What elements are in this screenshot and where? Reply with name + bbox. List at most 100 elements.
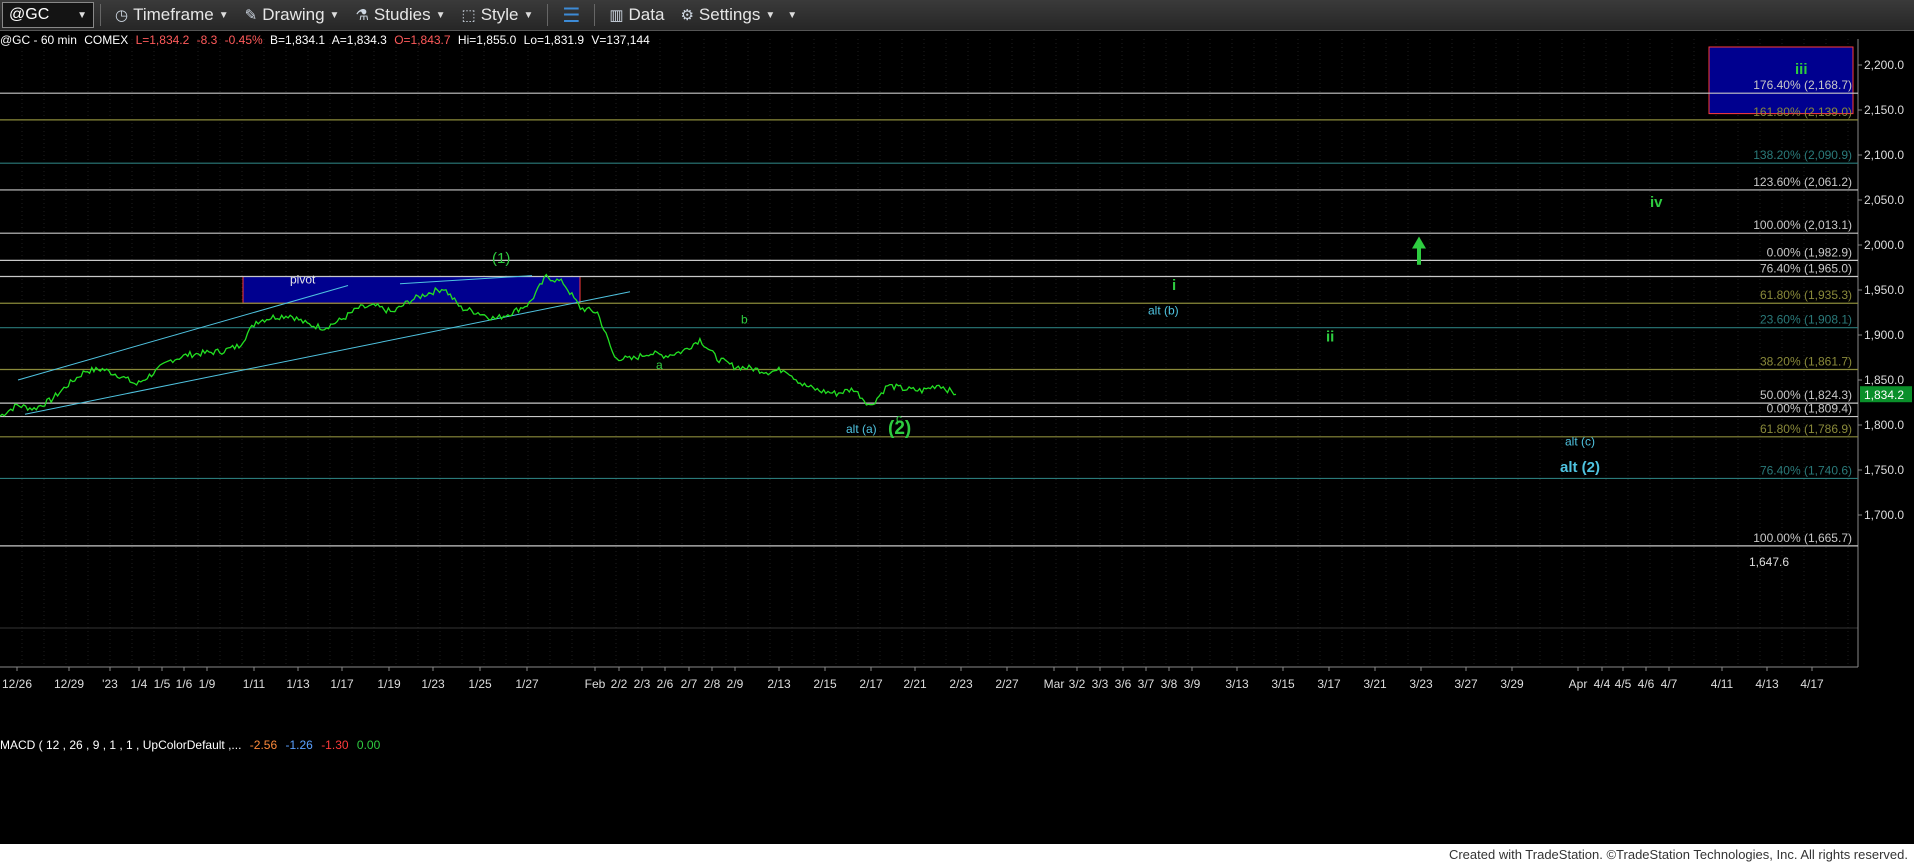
settings-menu[interactable]: ⚙ Settings ▼ [672, 5, 783, 25]
x-tick-label: 1/4 [131, 677, 148, 691]
x-tick-label: 1/13 [286, 677, 310, 691]
symbol-selector[interactable]: @GC ▼ [2, 2, 94, 28]
x-tick-label: 2/8 [704, 677, 721, 691]
x-tick-label: 2/13 [767, 677, 791, 691]
x-tick-label: 1/25 [468, 677, 492, 691]
chevron-down-icon: ▼ [77, 9, 87, 21]
fib-label: 0.00% (1,982.9) [1767, 245, 1852, 259]
x-tick-label: 3/21 [1363, 677, 1387, 691]
y-tick-label: 2,100.0 [1864, 148, 1904, 162]
y-tick-label: 2,200.0 [1864, 58, 1904, 72]
x-tick-label: 4/7 [1661, 677, 1678, 691]
info-symbol: @GC - 60 min [0, 33, 77, 47]
x-tick-label: 3/3 [1092, 677, 1109, 691]
x-tick-label: 3/6 [1115, 677, 1132, 691]
studies-menu[interactable]: ⚗ Studies ▼ [347, 5, 453, 25]
info-change-pct: -0.45% [224, 33, 263, 47]
chevron-down-icon: ▼ [329, 9, 340, 21]
drawing-label: Drawing [262, 5, 325, 24]
style-menu[interactable]: ⬚ Style ▼ [454, 5, 542, 25]
info-open: O=1,843.7 [394, 33, 451, 47]
fib-label: 76.40% (1,965.0) [1760, 262, 1852, 276]
x-tick-label: 4/17 [1800, 677, 1824, 691]
price-chart[interactable]: 176.40% (2,168.7) 161.80% (2,139.0) 138.20… [0, 31, 1914, 844]
layout-icon: ☰ [562, 4, 581, 27]
info-exchange: COMEX [84, 33, 129, 47]
x-tick-label: 3/27 [1454, 677, 1478, 691]
wave-label: pivot [290, 273, 316, 287]
wave-label: alt (c) [1565, 435, 1595, 449]
macd-value-4: 0.00 [356, 738, 381, 752]
x-tick-label: 3/29 [1500, 677, 1524, 691]
macd-value-2: -1.26 [285, 738, 313, 752]
fib-label: 0.00% (1,809.4) [1767, 402, 1852, 416]
x-tick-label: 1/17 [330, 677, 354, 691]
studies-label: Studies [373, 5, 431, 24]
drawing-menu[interactable]: ✎ Drawing ▼ [237, 5, 348, 25]
toolbar-divider [594, 4, 596, 26]
data-menu[interactable]: ▥ Data [601, 5, 672, 25]
x-tick-label: 3/2 [1069, 677, 1086, 691]
overflow-chevron-icon[interactable]: ▼ [787, 10, 797, 21]
toolbar-divider [100, 4, 101, 26]
y-tick-label: 1,700.0 [1864, 508, 1904, 522]
info-low: Lo=1,831.9 [523, 33, 585, 47]
wave-label: iii [1795, 61, 1808, 78]
x-tick-label: 1/19 [377, 677, 401, 691]
macd-params: MACD ( 12 , 26 , 9 , 1 , 1 , UpColorDefa… [0, 738, 242, 752]
symbol-text: @GC [9, 6, 50, 23]
pencil-icon: ✎ [244, 7, 258, 24]
fib-label: 50.00% (1,824.3) [1760, 388, 1852, 402]
x-tick-label: 4/6 [1638, 677, 1655, 691]
x-tick-label: 2/21 [903, 677, 927, 691]
y-tick-label: 1,750.0 [1864, 463, 1904, 477]
x-tick-label: 4/5 [1615, 677, 1632, 691]
chevron-down-icon: ▼ [218, 9, 229, 21]
x-tick-label: 2/15 [813, 677, 837, 691]
x-tick-label: 2/3 [634, 677, 651, 691]
fib-label: 161.80% (2,139.0) [1753, 105, 1852, 119]
macd-value-3: -1.30 [321, 738, 349, 752]
x-tick-label: 2/27 [995, 677, 1019, 691]
symbol-info-line: @GC - 60 min COMEX L=1,834.2 -8.3 -0.45%… [0, 33, 654, 49]
x-tick-label: 3/17 [1317, 677, 1341, 691]
info-ask: A=1,834.3 [331, 33, 387, 47]
flask-icon: ⚗ [355, 7, 369, 24]
wave-label: (2) [888, 418, 911, 439]
y-tick-label: 1,800.0 [1864, 418, 1904, 432]
layout-button[interactable]: ☰ [554, 3, 588, 28]
x-tick-label: 1/23 [421, 677, 445, 691]
fib-label: 23.60% (1,908.1) [1760, 313, 1852, 327]
y-bottom-label: 1,647.6 [1749, 555, 1789, 569]
x-tick-label: 3/9 [1184, 677, 1201, 691]
style-icon: ⬚ [461, 7, 476, 24]
info-change: -8.3 [196, 33, 218, 47]
y-tick-label: 2,050.0 [1864, 193, 1904, 207]
y-tick-label: 2,000.0 [1864, 238, 1904, 252]
x-tick-label: 3/13 [1225, 677, 1249, 691]
x-tick-label: 12/29 [54, 677, 84, 691]
timeframe-menu[interactable]: ◷ Timeframe ▼ [107, 5, 237, 25]
macd-study-label[interactable]: MACD ( 12 , 26 , 9 , 1 , 1 , UpColorDefa… [0, 738, 385, 752]
fib-label: 61.80% (1,786.9) [1760, 422, 1852, 436]
wave-label: i [1172, 277, 1176, 294]
x-tick-label: 2/23 [949, 677, 973, 691]
copyright-footer: Created with TradeStation. ©TradeStation… [0, 844, 1914, 866]
y-tick-label: 1,950.0 [1864, 283, 1904, 297]
y-tick-label: 2,150.0 [1864, 103, 1904, 117]
x-tick-label: 4/4 [1594, 677, 1611, 691]
last-price-label: 1,834.2 [1864, 388, 1904, 402]
clock-icon: ◷ [115, 7, 129, 24]
fib-label: 61.80% (1,935.3) [1760, 288, 1852, 302]
fib-label: 38.20% (1,861.7) [1760, 354, 1852, 368]
x-tick-label: Apr [1569, 677, 1588, 691]
x-tick-label: 2/7 [681, 677, 698, 691]
y-tick-label: 1,850.0 [1864, 373, 1904, 387]
wave-label: ii [1326, 328, 1334, 345]
x-tick-label: 3/15 [1271, 677, 1295, 691]
wave-label: (1) [492, 250, 510, 267]
fib-label: 100.00% (1,665.7) [1753, 531, 1852, 545]
fib-label: 100.00% (2,013.1) [1753, 218, 1852, 232]
fib-label: 176.40% (2,168.7) [1753, 78, 1852, 92]
macd-value-1: -2.56 [249, 738, 278, 752]
